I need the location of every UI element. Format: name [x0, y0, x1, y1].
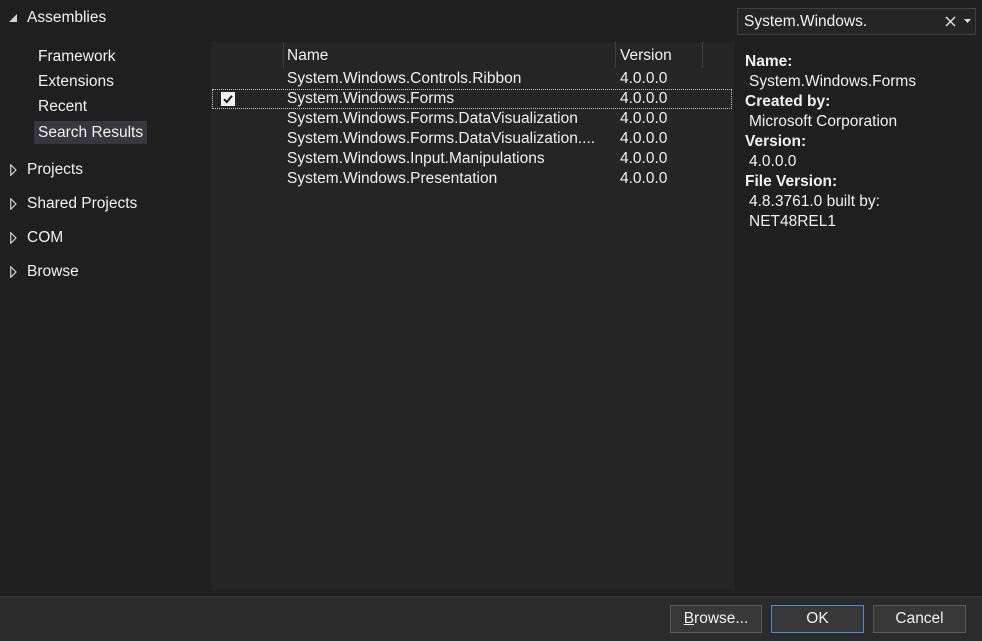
tree-node-label: Assemblies [27, 9, 107, 26]
detail-name-value: System.Windows.Forms [749, 73, 917, 90]
tree-item-label: Extensions [38, 73, 114, 90]
assembly-version: 4.0.0.0 [620, 110, 668, 127]
tree-item-label: Framework [38, 48, 116, 65]
category-tree: Assemblies Framework Extensions Recent S… [0, 0, 210, 596]
assembly-version: 4.0.0.0 [620, 130, 668, 147]
assembly-list[interactable]: Name Version System.Windows.Controls.Rib… [211, 42, 734, 590]
list-row[interactable]: System.Windows.Presentation 4.0.0.0 [212, 169, 732, 189]
detail-file-version-label: File Version: [745, 173, 838, 190]
assembly-name: System.Windows.Input.Manipulations [287, 150, 545, 167]
collapsed-triangle-icon[interactable] [10, 232, 17, 244]
list-header: Name Version [211, 42, 734, 68]
assembly-version: 4.0.0.0 [620, 170, 668, 187]
checkmark-icon [223, 95, 233, 104]
assembly-version: 4.0.0.0 [620, 70, 668, 87]
assembly-name: System.Windows.Forms.DataVisualization..… [287, 130, 596, 147]
search-box[interactable] [737, 8, 976, 35]
list-row[interactable]: System.Windows.Controls.Ribbon 4.0.0.0 [212, 69, 732, 89]
tree-item-label: Search Results [38, 124, 144, 141]
assembly-version: 4.0.0.0 [620, 90, 668, 107]
tree-node-browse[interactable]: Browse [0, 260, 200, 284]
column-splitter[interactable] [615, 42, 616, 68]
cancel-button-label: Cancel [895, 610, 944, 627]
search-input[interactable] [738, 9, 938, 34]
details-pane: Name: System.Windows.Forms Created by: M… [737, 42, 982, 590]
detail-version-label: Version: [745, 133, 807, 150]
chevron-down-icon[interactable] [964, 19, 971, 24]
column-splitter[interactable] [702, 42, 703, 68]
collapsed-triangle-icon[interactable] [10, 266, 17, 278]
assembly-version: 4.0.0.0 [620, 150, 668, 167]
detail-version-value: 4.0.0.0 [749, 153, 797, 170]
cancel-button[interactable]: Cancel [873, 605, 966, 633]
assembly-name: System.Windows.Controls.Ribbon [287, 70, 522, 87]
column-splitter[interactable] [283, 42, 284, 68]
tree-node-label: Browse [27, 263, 79, 280]
detail-name-label: Name: [745, 53, 793, 70]
detail-created-by-value: Microsoft Corporation [749, 113, 898, 130]
column-header-name[interactable]: Name [287, 43, 328, 69]
tree-node-com[interactable]: COM [0, 226, 200, 250]
expanded-triangle-icon[interactable] [9, 14, 17, 22]
list-row[interactable]: System.Windows.Forms 4.0.0.0 [212, 89, 732, 109]
tree-node-projects[interactable]: Projects [0, 158, 200, 182]
dialog-footer: Browse... OK Cancel [0, 596, 982, 641]
tree-node-label: Projects [27, 161, 83, 178]
tree-item-label: Recent [38, 98, 88, 115]
tree-item-search-results[interactable]: Search Results [34, 121, 148, 144]
list-row[interactable]: System.Windows.Forms.DataVisualization 4… [212, 109, 732, 129]
detail-file-version-value-cont: NET48REL1 [749, 213, 837, 230]
tree-node-label: COM [27, 229, 64, 246]
list-row[interactable]: System.Windows.Input.Manipulations 4.0.0… [212, 149, 732, 169]
ok-button[interactable]: OK [771, 605, 864, 633]
detail-created-by-label: Created by: [745, 93, 831, 110]
browse-button[interactable]: Browse... [670, 605, 762, 633]
detail-file-version-value: 4.8.3761.0 built by: [749, 193, 880, 210]
reference-checkbox[interactable] [221, 92, 235, 106]
tree-item-recent[interactable]: Recent [34, 95, 91, 118]
browse-button-label: Browse... [683, 610, 749, 627]
assembly-name: System.Windows.Presentation [287, 170, 498, 187]
assembly-name: System.Windows.Forms [287, 90, 455, 107]
tree-item-extensions[interactable]: Extensions [34, 70, 118, 93]
collapsed-triangle-icon[interactable] [10, 164, 17, 176]
assembly-name: System.Windows.Forms.DataVisualization [287, 110, 578, 127]
clear-icon[interactable] [945, 16, 956, 27]
tree-node-shared-projects[interactable]: Shared Projects [0, 192, 200, 216]
list-row[interactable]: System.Windows.Forms.DataVisualization..… [212, 129, 732, 149]
ok-button-label: OK [806, 610, 829, 627]
collapsed-triangle-icon[interactable] [10, 198, 17, 210]
tree-node-assemblies[interactable]: Assemblies [0, 6, 200, 30]
tree-node-label: Shared Projects [27, 195, 138, 212]
tree-item-framework[interactable]: Framework [34, 45, 120, 68]
column-header-version[interactable]: Version [620, 43, 672, 69]
